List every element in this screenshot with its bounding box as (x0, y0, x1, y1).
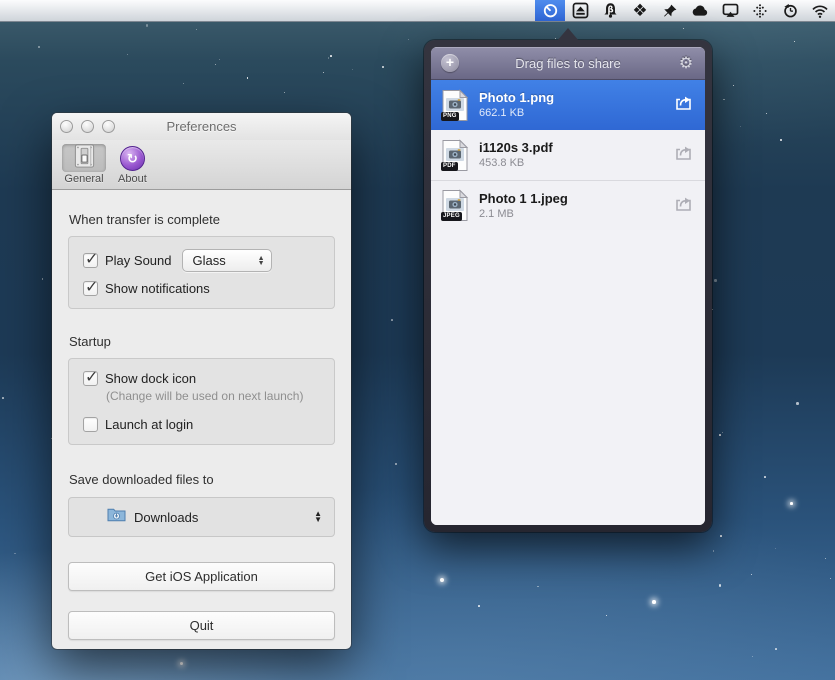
launch-at-login-label[interactable]: Launch at login (105, 417, 193, 432)
file-type-badge: PDF (441, 162, 458, 171)
transfer-section-label: When transfer is complete (69, 212, 335, 227)
file-size: 453.8 KB (479, 157, 673, 170)
pushpin-menubar-icon[interactable] (655, 0, 685, 21)
cloud-menubar-icon[interactable] (685, 0, 715, 21)
play-sound-label[interactable]: Play Sound (105, 253, 172, 268)
show-notifications-label[interactable]: Show notifications (105, 281, 210, 296)
dock-icon-note: (Change will be used on next launch) (106, 389, 320, 403)
preferences-toolbar: General ↻ About (52, 140, 351, 190)
get-ios-app-button[interactable]: Get iOS Application (68, 562, 335, 591)
sound-select[interactable]: Glass ▲▼ (182, 249, 272, 272)
file-list: PNG Photo 1.png 662.1 KB PDF i1120s 3.pd… (431, 80, 705, 230)
share-file-button[interactable] (673, 94, 693, 116)
file-row[interactable]: PDF i1120s 3.pdf 453.8 KB (431, 130, 705, 180)
share-file-button[interactable] (673, 195, 693, 217)
dropbox-menubar-icon[interactable]: ❖ (625, 0, 655, 21)
file-name: i1120s 3.pdf (479, 140, 673, 156)
startup-section-label: Startup (69, 334, 335, 349)
airplay-menubar-icon[interactable] (715, 0, 745, 21)
add-file-button[interactable]: + (441, 54, 459, 72)
popover-arrow (557, 28, 579, 41)
popover-header: + Drag files to share ⚙ (431, 47, 705, 80)
file-type-badge: JPEG (441, 212, 462, 221)
window-title: Preferences (52, 119, 351, 134)
transfer-groupbox: Play Sound Glass ▲▼ Show notifications (68, 236, 335, 309)
tab-about-label: About (118, 173, 147, 185)
save-to-section-label: Save downloaded files to (69, 472, 335, 487)
show-dock-icon-label[interactable]: Show dock icon (105, 371, 196, 386)
launch-at-login-checkbox[interactable] (83, 417, 98, 432)
startup-groupbox: Show dock icon (Change will be used on n… (68, 358, 335, 445)
png-file-icon: PNG (441, 89, 469, 122)
wifi-menubar-icon[interactable] (805, 0, 835, 21)
share-popover: + Drag files to share ⚙ PNG Photo 1.png … (424, 40, 712, 532)
file-meta: Photo 1.png 662.1 KB (479, 90, 673, 120)
downloads-folder-icon (107, 507, 126, 527)
timer-app-menubar-icon[interactable] (535, 0, 565, 21)
time-machine-menubar-icon[interactable] (775, 0, 805, 21)
save-folder-value: Downloads (134, 510, 314, 525)
show-dock-icon-checkbox[interactable] (83, 371, 98, 386)
title-bar[interactable]: Preferences (52, 113, 351, 140)
eject-box-menubar-icon[interactable] (565, 0, 595, 21)
about-swirl-icon: ↻ (120, 146, 145, 171)
tab-general-label: General (64, 173, 103, 185)
popover-title: Drag files to share (459, 56, 677, 71)
beta-bell-menubar-icon[interactable]: β (595, 0, 625, 21)
play-sound-checkbox[interactable] (83, 253, 98, 268)
drop-zone[interactable] (431, 230, 705, 525)
file-size: 2.1 MB (479, 208, 673, 221)
tab-about[interactable]: ↻ About (112, 142, 153, 185)
stepper-arrows-icon: ▲▼ (314, 511, 322, 523)
switch-icon (72, 143, 97, 174)
sound-select-value: Glass (193, 253, 258, 268)
save-folder-select[interactable]: Downloads ▲▼ (68, 497, 335, 537)
tab-general[interactable]: General (56, 142, 112, 185)
file-row[interactable]: PNG Photo 1.png 662.1 KB (431, 80, 705, 130)
menu-bar: β ❖ (0, 0, 835, 22)
settings-gear-icon[interactable]: ⚙ (677, 53, 695, 73)
stepper-arrows-icon: ▲▼ (258, 256, 265, 266)
show-notifications-checkbox[interactable] (83, 281, 98, 296)
file-name: Photo 1.png (479, 90, 673, 106)
preferences-content: When transfer is complete Play Sound Gla… (52, 212, 351, 640)
preferences-window: Preferences General ↻ About When transfe… (52, 113, 351, 649)
jpeg-file-icon: JPEG (441, 189, 469, 222)
file-size: 662.1 KB (479, 107, 673, 120)
quit-button[interactable]: Quit (68, 611, 335, 640)
bluetooth-dots-menubar-icon[interactable] (745, 0, 775, 21)
pdf-file-icon: PDF (441, 139, 469, 172)
file-name: Photo 1 1.jpeg (479, 191, 673, 207)
file-meta: Photo 1 1.jpeg 2.1 MB (479, 191, 673, 221)
svg-text:β: β (607, 5, 613, 15)
file-meta: i1120s 3.pdf 453.8 KB (479, 140, 673, 170)
file-row[interactable]: JPEG Photo 1 1.jpeg 2.1 MB (431, 180, 705, 230)
file-type-badge: PNG (441, 112, 459, 121)
share-file-button[interactable] (673, 144, 693, 166)
